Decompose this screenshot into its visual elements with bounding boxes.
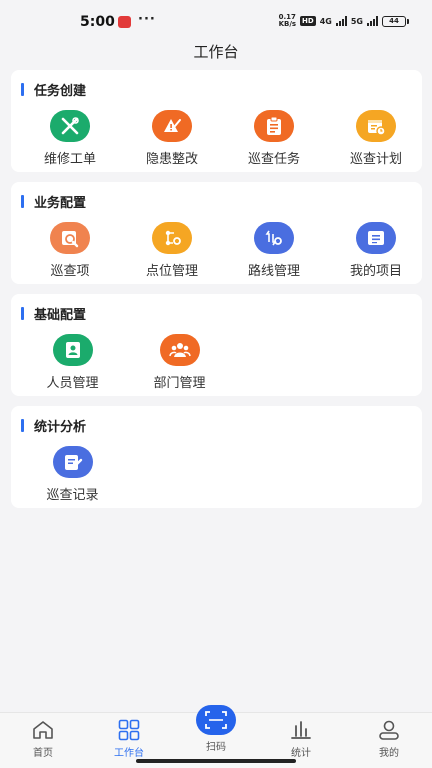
tab-home[interactable]: 首页 bbox=[0, 713, 86, 768]
network-type-4g: 4G bbox=[319, 16, 332, 26]
network-speed: 0.17 KB/s bbox=[278, 13, 297, 28]
status-indicators: 0.17 KB/s HD 4G 5G 44 bbox=[278, 13, 409, 28]
menu-item-department-manage[interactable]: 部门管理 bbox=[131, 334, 228, 391]
group-users-icon bbox=[159, 334, 200, 366]
section-title: 统计分析 bbox=[34, 420, 87, 435]
warning-pen-icon bbox=[152, 110, 192, 142]
section-basic-config: 基础配置 人员管理 部门管理 bbox=[11, 294, 422, 396]
signal-icon bbox=[335, 16, 347, 26]
menu-item-my-projects[interactable]: 我的项目 bbox=[330, 222, 422, 279]
section-accent-bar bbox=[21, 83, 24, 96]
project-card-icon bbox=[356, 222, 396, 254]
tab-mine[interactable]: 我的 bbox=[346, 713, 432, 768]
scan-button[interactable] bbox=[196, 705, 236, 735]
status-time: 5:00 bbox=[80, 14, 115, 30]
menu-item-hazard-rectify[interactable]: 隐患整改 bbox=[126, 110, 218, 167]
record-edit-icon bbox=[52, 446, 93, 478]
bar-chart-icon bbox=[289, 718, 313, 742]
location-settings-icon bbox=[152, 222, 192, 254]
section-accent-bar bbox=[21, 419, 24, 432]
notification-app-icon bbox=[118, 16, 131, 28]
home-indicator[interactable] bbox=[136, 759, 296, 763]
calendar-clock-icon bbox=[356, 110, 396, 142]
menu-item-point-manage[interactable]: 点位管理 bbox=[126, 222, 218, 279]
section-statistics: 统计分析 巡查记录 bbox=[11, 406, 422, 508]
section-accent-bar bbox=[21, 307, 24, 320]
menu-item-personnel-manage[interactable]: 人员管理 bbox=[24, 334, 121, 391]
grid-icon bbox=[117, 718, 141, 742]
user-icon bbox=[377, 718, 401, 742]
network-type-5g: 5G bbox=[350, 16, 363, 26]
more-notifications-icon: ··· bbox=[138, 12, 156, 27]
scan-label: 扫码 bbox=[206, 742, 226, 753]
section-title: 基础配置 bbox=[34, 308, 87, 323]
page-title: 工作台 bbox=[193, 43, 239, 61]
route-settings-icon bbox=[254, 222, 294, 254]
section-business-config: 业务配置 巡查项 点位管理 路线管理 我的项目 bbox=[11, 182, 422, 284]
menu-item-patrol-records[interactable]: 巡查记录 bbox=[24, 446, 121, 503]
menu-item-repair-order[interactable]: 维修工单 bbox=[24, 110, 116, 167]
document-search-icon bbox=[50, 222, 90, 254]
contact-book-icon bbox=[52, 334, 93, 366]
home-icon bbox=[31, 718, 55, 742]
section-task-create: 任务创建 维修工单 隐患整改 巡查任务 巡查计划 bbox=[11, 70, 422, 172]
wrench-screwdriver-icon bbox=[50, 110, 90, 142]
section-title: 任务创建 bbox=[34, 84, 87, 99]
signal-icon-2 bbox=[367, 16, 378, 26]
section-accent-bar bbox=[21, 195, 24, 208]
scan-icon bbox=[205, 711, 227, 729]
menu-item-patrol-task[interactable]: 巡查任务 bbox=[228, 110, 320, 167]
clipboard-list-icon bbox=[254, 110, 294, 142]
menu-item-patrol-plan[interactable]: 巡查计划 bbox=[330, 110, 422, 167]
hd-icon: HD bbox=[300, 16, 316, 26]
menu-item-route-manage[interactable]: 路线管理 bbox=[228, 222, 320, 279]
menu-item-patrol-item[interactable]: 巡查项 bbox=[24, 222, 116, 279]
status-bar: 5:00 ··· 0.17 KB/s HD 4G 5G 44 bbox=[0, 0, 432, 44]
battery-icon: 44 bbox=[382, 15, 409, 27]
section-title: 业务配置 bbox=[34, 196, 87, 211]
